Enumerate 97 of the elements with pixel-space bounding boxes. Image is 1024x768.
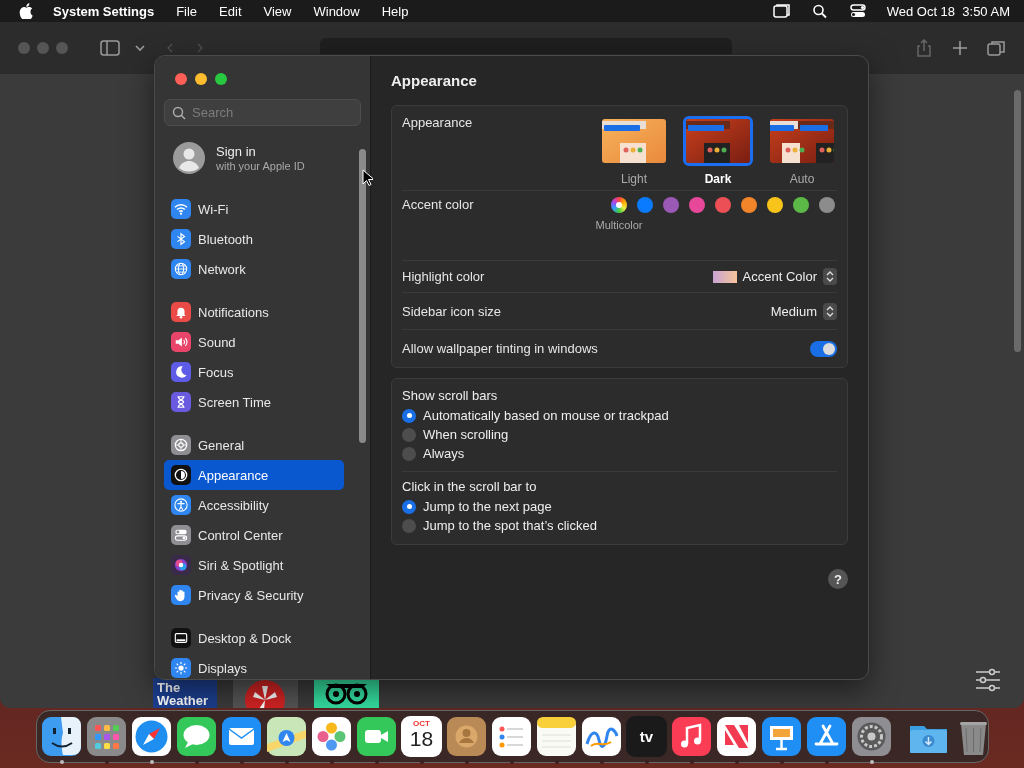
sidebar-item[interactable]: Privacy & Security <box>164 580 344 610</box>
radio-option[interactable]: Jump to the spot that’s clicked <box>402 516 597 535</box>
color-swatch[interactable] <box>663 197 679 213</box>
color-swatch[interactable] <box>741 197 757 213</box>
pointer-icon <box>362 169 373 186</box>
row-label: Highlight color <box>402 269 485 284</box>
flower-logo-icon[interactable] <box>233 678 298 708</box>
color-swatch[interactable] <box>767 197 783 213</box>
search-icon <box>172 106 186 120</box>
color-swatch[interactable] <box>819 197 835 213</box>
menu-item[interactable]: Help <box>381 3 409 19</box>
color-swatch[interactable] <box>793 197 809 213</box>
sidebar-item[interactable]: Desktop & Dock <box>164 623 344 653</box>
account-title: Sign in <box>216 144 257 159</box>
radio-button[interactable] <box>402 446 416 461</box>
sidebar-item[interactable]: General <box>164 430 344 460</box>
sidebar-item[interactable]: Sound <box>164 327 344 357</box>
news-icon[interactable] <box>716 716 757 757</box>
scribble-icon[interactable] <box>581 716 622 757</box>
speech-bubble-icon[interactable] <box>176 716 217 757</box>
envelope-icon[interactable] <box>221 716 262 757</box>
map-icon[interactable] <box>266 716 307 757</box>
presentation-icon[interactable] <box>761 716 802 757</box>
address-field[interactable] <box>320 38 732 54</box>
flower-petals-icon[interactable] <box>311 716 352 757</box>
menu-item[interactable]: File <box>176 3 198 19</box>
row-label: Allow wallpaper tinting in windows <box>402 341 598 356</box>
menu-item[interactable]: Window <box>313 3 360 19</box>
color-swatch[interactable] <box>689 197 705 213</box>
scrollbar[interactable] <box>359 149 366 443</box>
zoom-button[interactable] <box>215 73 227 85</box>
menu-item[interactable]: Edit <box>219 3 242 19</box>
radio-option[interactable]: Automatically based on mouse or trackpad <box>402 406 669 425</box>
checklist-icon[interactable] <box>491 716 532 757</box>
sidebar-item[interactable]: Screen Time <box>164 387 344 417</box>
radio-option[interactable]: When scrolling <box>402 425 509 444</box>
control-center-icon[interactable] <box>848 3 867 19</box>
share-icon[interactable] <box>914 39 934 57</box>
color-swatch[interactable] <box>715 197 731 213</box>
sliders-icon[interactable] <box>975 668 1001 692</box>
radio-button[interactable] <box>402 518 416 533</box>
page-title: Appearance <box>391 72 478 89</box>
row-label: Appearance <box>402 115 473 130</box>
minimize-button[interactable] <box>195 73 207 85</box>
group-label: Click in the scroll bar to <box>402 479 538 494</box>
color-swatch[interactable] <box>637 197 653 213</box>
row-label: Accent color <box>402 197 474 212</box>
sidebar-item[interactable]: Notifications <box>164 297 344 327</box>
video-camera-icon[interactable] <box>356 716 397 757</box>
sidebar-item[interactable]: Siri & Spotlight <box>164 550 344 580</box>
row-label: Sidebar icon size <box>402 303 501 319</box>
gear-icon[interactable] <box>851 716 892 757</box>
menu-clock[interactable]: Wed Oct 18 3:50 AM <box>886 3 1010 19</box>
app-store-icon[interactable] <box>806 716 847 757</box>
popup-button[interactable]: Medium <box>770 303 817 319</box>
notepad-icon[interactable] <box>536 716 577 757</box>
radio-button[interactable] <box>402 408 416 423</box>
radio-option[interactable]: Always <box>402 444 465 463</box>
tabs-icon[interactable] <box>986 39 1006 57</box>
avatar-icon <box>173 142 205 174</box>
search-icon[interactable] <box>810 3 829 19</box>
app-grid-icon[interactable] <box>86 716 127 757</box>
search-field[interactable]: Search <box>164 99 361 126</box>
sidebar-item[interactable]: Control Center <box>164 520 344 550</box>
apple-logo-icon[interactable] <box>19 3 33 19</box>
site-tile[interactable]: The Weather <box>153 678 217 708</box>
owl-logo-icon[interactable] <box>314 678 379 708</box>
radio-button[interactable] <box>402 499 416 514</box>
radio-button[interactable] <box>402 427 416 442</box>
menu-item[interactable]: View <box>263 3 292 19</box>
scrollbar[interactable] <box>1014 90 1021 352</box>
music-note-icon[interactable] <box>671 716 712 757</box>
compass-icon[interactable] <box>131 716 172 757</box>
sidebar-item[interactable]: Wi-Fi <box>164 194 344 224</box>
radio-option[interactable]: Jump to the next page <box>402 497 552 516</box>
account-item[interactable]: Sign in with your Apple ID <box>164 136 361 180</box>
help-button[interactable]: ? <box>828 569 848 589</box>
close-button[interactable] <box>175 73 187 85</box>
sidebar-item[interactable]: Network <box>164 254 344 284</box>
windows-icon[interactable] <box>772 3 791 19</box>
multicolor-swatch[interactable] <box>611 197 627 213</box>
account-subtitle: with your Apple ID <box>216 160 305 172</box>
app-menu[interactable]: System Settings <box>53 3 155 19</box>
group-label: Show scroll bars <box>402 388 499 403</box>
finder-face-icon[interactable] <box>41 716 82 757</box>
color-preview <box>712 270 737 283</box>
popup-button[interactable]: Accent Color <box>742 269 817 284</box>
plus-icon[interactable] <box>950 39 970 57</box>
sidebar-item[interactable]: Displays <box>164 653 344 679</box>
contact-card-icon[interactable] <box>446 716 487 757</box>
sidebar-item[interactable]: Accessibility <box>164 490 344 520</box>
toggle-switch[interactable] <box>810 340 837 357</box>
swatch-label: Multicolor <box>595 219 643 231</box>
sidebar-item[interactable]: Focus <box>164 357 344 387</box>
sidebar-icon[interactable] <box>100 39 120 57</box>
sidebar-item[interactable]: Appearance <box>164 460 344 490</box>
sidebar-item[interactable]: Bluetooth <box>164 224 344 254</box>
